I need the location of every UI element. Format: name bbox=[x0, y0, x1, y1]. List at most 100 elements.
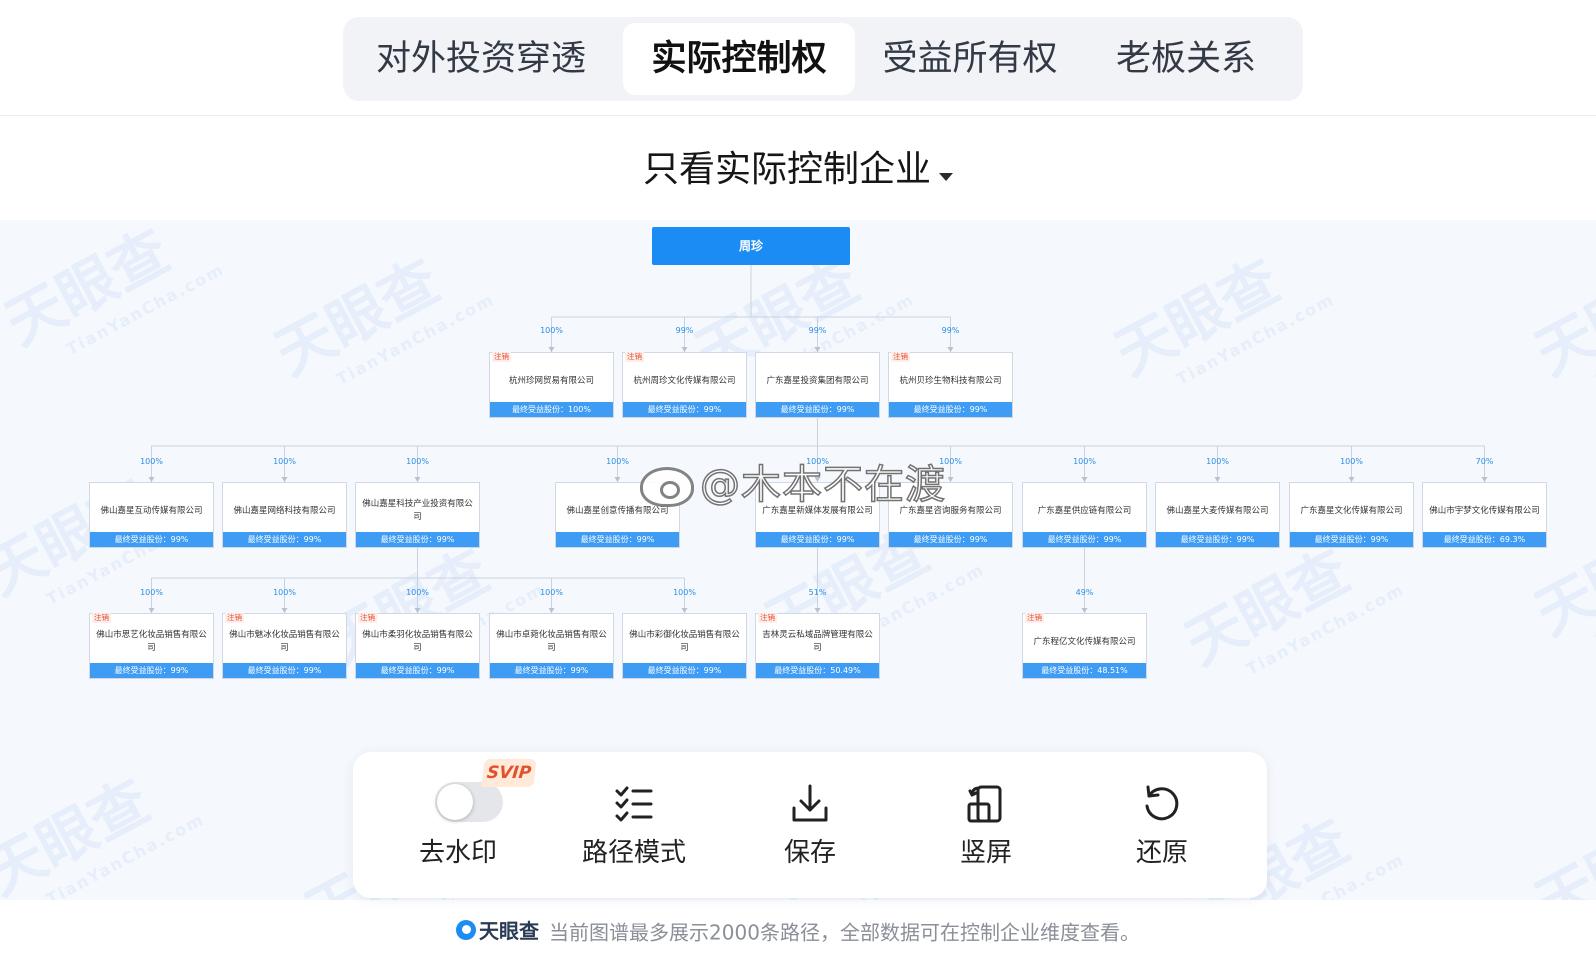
tab-actual-control[interactable]: 实际控制权 bbox=[623, 23, 855, 95]
edge-percentage: 99% bbox=[941, 326, 960, 335]
status-tag-deregistered: 注销 bbox=[358, 613, 377, 623]
status-tag-deregistered: 注销 bbox=[492, 352, 511, 362]
edge-percentage: 49% bbox=[1075, 588, 1094, 597]
company-node[interactable]: 广东程亿文化传媒有限公司 最终受益股份：48.51% 注销 bbox=[1022, 613, 1147, 679]
edge-percentage: 100% bbox=[606, 457, 629, 466]
company-name: 佛山市思艺化妆品销售有限公司 bbox=[96, 630, 207, 653]
checklist-icon bbox=[615, 786, 653, 822]
tab-investment-penetration[interactable]: 对外投资穿透 bbox=[357, 23, 605, 95]
company-name: 佛山市柔羽化妆品销售有限公司 bbox=[362, 630, 473, 653]
company-node[interactable]: 杭州贝珍生物科技有限公司最终受益股份：99% 注销 bbox=[888, 352, 1013, 418]
company-name: 杭州珍网贸易有限公司 bbox=[508, 375, 594, 386]
edge-percentage: 51% bbox=[808, 588, 827, 597]
company-name: 佛山市卓菀化妆品销售有限公司 bbox=[496, 630, 607, 653]
company-node[interactable]: 佛山嘉星科技产业投资有限公司 最终受益股份：99% bbox=[355, 482, 480, 548]
company-node[interactable]: 佛山市魅冰化妆品销售有限公司 最终受益股份：99% 注销 bbox=[222, 613, 347, 679]
edge-percentage: 70% bbox=[1475, 457, 1494, 466]
company-node[interactable]: 广东嘉星供应链有限公司最终受益股份：99% bbox=[1022, 482, 1147, 548]
svip-badge: SVIP bbox=[481, 759, 537, 787]
edge-percentage: 100% bbox=[140, 457, 163, 466]
company-name: 广东嘉星投资集团有限公司 bbox=[766, 375, 869, 386]
company-name: 佛山嘉星大麦传媒有限公司 bbox=[1166, 505, 1269, 516]
beneficial-share: 最终受益股份：99% bbox=[1290, 532, 1413, 547]
edge-percentage: 99% bbox=[808, 326, 827, 335]
footer-note: 天眼查 当前图谱最多展示2000条路径，全部数据可在控制企业维度查看。 bbox=[0, 915, 1596, 946]
company-node[interactable]: 广东嘉星文化传媒有限公司最终受益股份：99% bbox=[1289, 482, 1414, 548]
beneficial-share: 最终受益股份：69.3% bbox=[1423, 532, 1546, 547]
beneficial-share: 最终受益股份：99% bbox=[90, 663, 213, 678]
beneficial-share: 最终受益股份：99% bbox=[356, 663, 479, 678]
edge-percentage: 100% bbox=[673, 588, 696, 597]
company-name: 佛山市宇梦文化传媒有限公司 bbox=[1429, 505, 1540, 516]
toggle-switch[interactable] bbox=[435, 782, 503, 822]
beneficial-share: 最终受益股份：99% bbox=[623, 663, 746, 678]
company-node[interactable]: 佛山市彩御化妆品销售有限公司最终受益股份：99% bbox=[622, 613, 747, 679]
company-node[interactable]: 佛山市宇梦文化传媒有限公司最终受益股份：69.3% bbox=[1422, 482, 1547, 548]
edge-percentage: 100% bbox=[273, 588, 296, 597]
edge-percentage: 100% bbox=[1340, 457, 1363, 466]
beneficial-share: 最终受益股份：99% bbox=[889, 402, 1012, 417]
weibo-logo-icon bbox=[640, 467, 694, 507]
company-node[interactable]: 杭州周珍文化传媒有限公司 最终受益股份：99% 注销 bbox=[622, 352, 747, 418]
beneficial-share: 最终受益股份：99% bbox=[889, 532, 1012, 547]
tab-boss-relations[interactable]: 老板关系 bbox=[1081, 23, 1291, 95]
filter-label[interactable]: 只看实际控制企业 bbox=[643, 149, 931, 190]
beneficial-share: 最终受益股份：99% bbox=[490, 663, 613, 678]
graph-toolbar: SVIP 去水印 路径模式 保存 竖屏 还原 bbox=[353, 752, 1267, 898]
weibo-watermark-text: @木本不在渡 bbox=[699, 461, 946, 509]
company-node[interactable]: 佛山嘉星网络科技有限公司 最终受益股份：99% bbox=[222, 482, 347, 548]
reset-label: 还原 bbox=[1135, 838, 1188, 868]
tab-beneficial-ownership[interactable]: 受益所有权 bbox=[863, 23, 1077, 95]
status-tag-deregistered: 注销 bbox=[1025, 613, 1044, 623]
edge-percentage: 100% bbox=[1206, 457, 1229, 466]
company-node[interactable]: 广东嘉星投资集团有限公司 最终受益股份：99% bbox=[755, 352, 880, 418]
save-button[interactable]: 保存 bbox=[725, 752, 895, 898]
caret-down-icon[interactable] bbox=[939, 172, 953, 181]
company-name: 广东嘉星文化传媒有限公司 bbox=[1300, 505, 1403, 516]
tianyancha-logo-icon bbox=[456, 919, 477, 940]
download-icon bbox=[792, 784, 828, 822]
filter-dropdown[interactable]: 只看实际控制企业 bbox=[0, 140, 1596, 192]
path-mode-button[interactable]: 路径模式 bbox=[549, 752, 719, 898]
status-tag-deregistered: 注销 bbox=[225, 613, 244, 623]
status-tag-deregistered: 注销 bbox=[625, 352, 644, 362]
company-name: 杭州贝珍生物科技有限公司 bbox=[899, 375, 1002, 386]
beneficial-share: 最终受益股份：99% bbox=[556, 532, 679, 547]
divider bbox=[0, 115, 1596, 116]
company-node[interactable]: 杭州珍网贸易有限公司最终受益股份：100% 注销 bbox=[489, 352, 614, 418]
edge-percentage: 100% bbox=[406, 457, 429, 466]
company-name: 佛山市魅冰化妆品销售有限公司 bbox=[229, 630, 340, 653]
company-name: 广东嘉星供应链有限公司 bbox=[1037, 505, 1132, 516]
footer-logo-text: 天眼查 bbox=[479, 919, 540, 943]
toggle-knob bbox=[437, 784, 473, 820]
company-node[interactable]: 佛山嘉星大麦传媒有限公司 最终受益股份：99% bbox=[1155, 482, 1280, 548]
beneficial-share: 最终受益股份：99% bbox=[1023, 532, 1146, 547]
root-node[interactable]: 周珍 bbox=[652, 227, 850, 265]
company-name: 佛山嘉星科技产业投资有限公司 bbox=[362, 499, 473, 522]
path-mode-label: 路径模式 bbox=[581, 838, 686, 868]
reset-button[interactable]: 还原 bbox=[1077, 752, 1247, 898]
save-label: 保存 bbox=[783, 838, 836, 868]
edge-percentage: 100% bbox=[540, 588, 563, 597]
edge-percentage: 100% bbox=[540, 326, 563, 335]
portrait-label: 竖屏 bbox=[959, 838, 1012, 868]
remove-watermark-toggle[interactable]: SVIP 去水印 bbox=[373, 752, 543, 898]
status-tag-deregistered: 注销 bbox=[891, 352, 910, 362]
portrait-button[interactable]: 竖屏 bbox=[901, 752, 1071, 898]
company-node[interactable]: 吉林灵云私域品牌管理有限公司 最终受益股份：50.49% 注销 bbox=[755, 613, 880, 679]
company-name: 佛山嘉星网络科技有限公司 bbox=[233, 505, 336, 516]
edge-percentage: 100% bbox=[406, 588, 429, 597]
status-tag-deregistered: 注销 bbox=[758, 613, 777, 623]
company-node[interactable]: 佛山嘉星互动传媒有限公司 最终受益股份：99% bbox=[89, 482, 214, 548]
rotate-screen-icon bbox=[967, 785, 1002, 823]
company-node[interactable]: 佛山市柔羽化妆品销售有限公司最终受益股份：99% 注销 bbox=[355, 613, 480, 679]
weibo-watermark: @木本不在渡 bbox=[640, 452, 946, 510]
company-name: 佛山市彩御化妆品销售有限公司 bbox=[629, 630, 740, 653]
beneficial-share: 最终受益股份：48.51% bbox=[1023, 663, 1146, 678]
company-node[interactable]: 佛山市卓菀化妆品销售有限公司最终受益股份：99% bbox=[489, 613, 614, 679]
company-node[interactable]: 佛山市思艺化妆品销售有限公司 最终受益股份：99% 注销 bbox=[89, 613, 214, 679]
beneficial-share: 最终受益股份：100% bbox=[490, 402, 613, 417]
edge-percentage: 100% bbox=[1073, 457, 1096, 466]
remove-watermark-label: 去水印 bbox=[418, 838, 497, 868]
footer-text: 当前图谱最多展示2000条路径，全部数据可在控制企业维度查看。 bbox=[549, 920, 1140, 945]
